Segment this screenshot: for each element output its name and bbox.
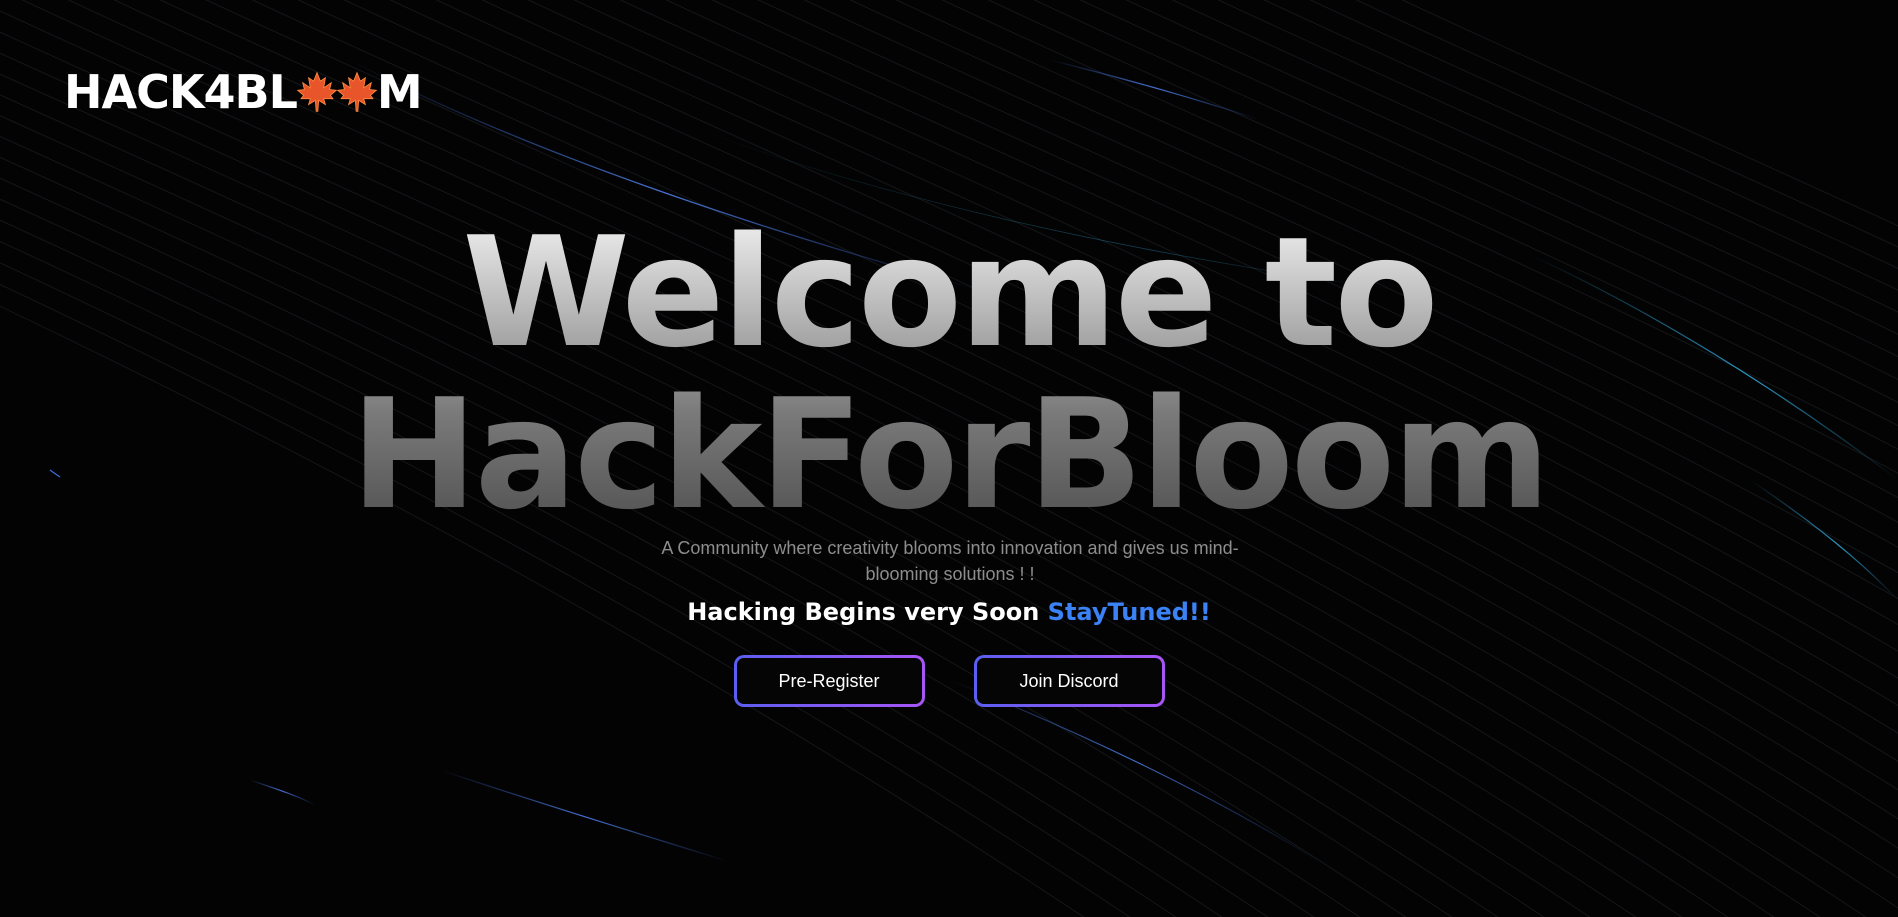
tagline-text: Hacking Begins very Soon xyxy=(687,598,1048,626)
logo-text-prefix: HACK4BL xyxy=(64,65,298,119)
logo-text-suffix: M xyxy=(376,65,423,119)
launch-tagline: Hacking Begins very Soon StayTuned!! xyxy=(0,595,1898,629)
hero-title-line-2: HackForBloom xyxy=(350,366,1548,543)
hero-title: Welcome to HackForBloom xyxy=(0,212,1898,536)
hero-title-line-1: Welcome to xyxy=(462,204,1436,381)
join-discord-button[interactable]: Join Discord xyxy=(973,655,1165,707)
hero-section: Welcome to HackForBloom xyxy=(0,212,1898,536)
tagline-accent: StayTuned!! xyxy=(1047,598,1211,626)
maple-leaf-icon xyxy=(336,71,378,112)
landing-page: HACK4BL M Welcome to HackForBloom A Comm… xyxy=(0,0,1898,917)
call-to-action-row: Pre-Register Join Discord xyxy=(0,655,1898,707)
join-discord-label: Join Discord xyxy=(976,658,1162,704)
maple-leaf-icon xyxy=(296,71,338,112)
pre-register-label: Pre-Register xyxy=(736,658,922,704)
hero-subtitle: A Community where creativity blooms into… xyxy=(661,538,1239,584)
hack4bloom-logo[interactable]: HACK4BL M xyxy=(64,62,423,122)
pre-register-button[interactable]: Pre-Register xyxy=(733,655,925,707)
